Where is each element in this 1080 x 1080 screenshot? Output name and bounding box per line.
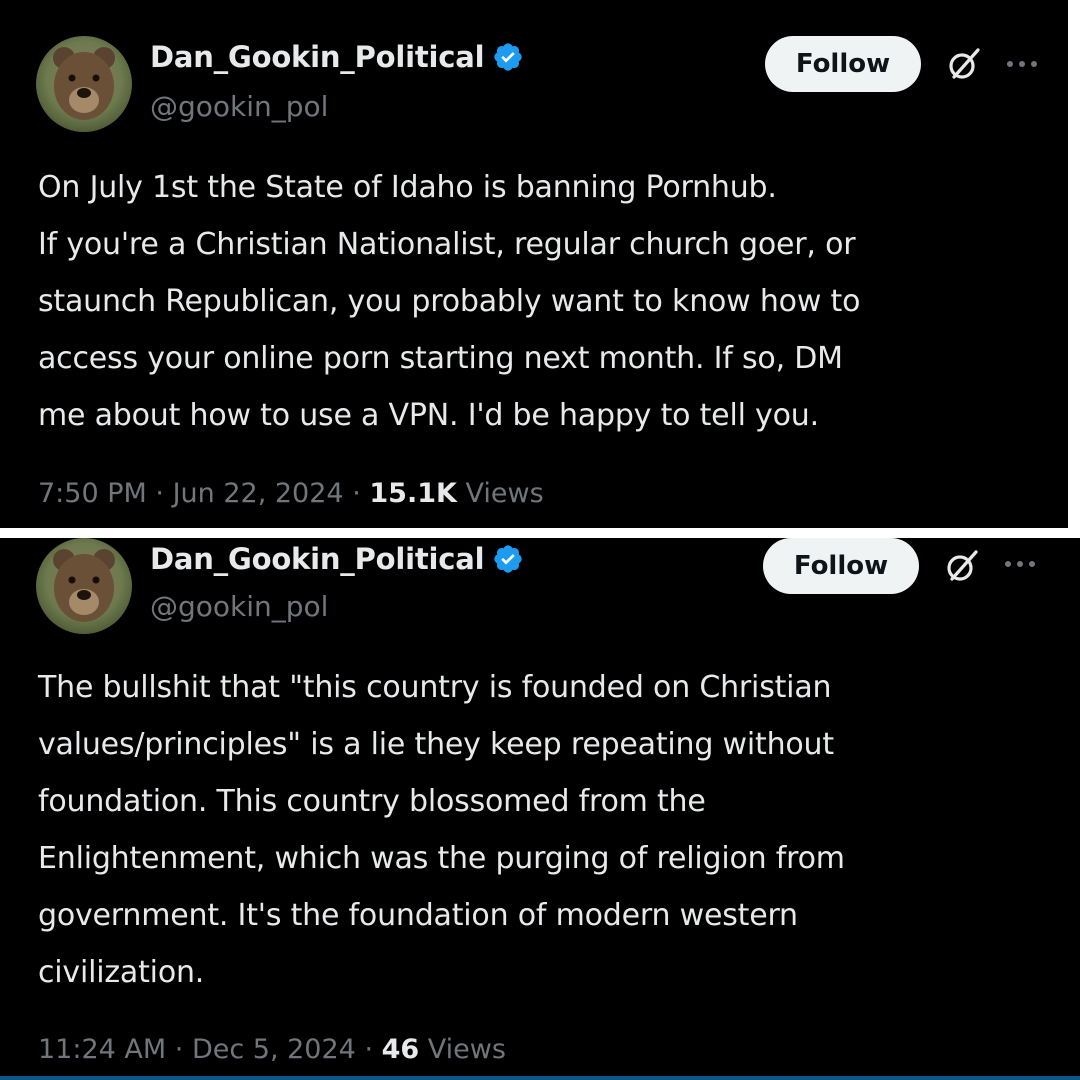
more-options-icon[interactable] <box>1002 58 1042 70</box>
grok-icon[interactable] <box>944 548 980 584</box>
views-count[interactable]: 46 <box>382 1034 420 1065</box>
handle[interactable]: @gookin_pol <box>150 590 328 623</box>
bear-avatar-icon <box>36 538 132 634</box>
tweet-metadata: 7:50 PM · Jun 22, 2024 · 15.1K Views <box>38 478 544 509</box>
separator: · <box>155 478 164 509</box>
tweet-card: Dan_Gookin_Political @gookin_pol Follow … <box>0 538 1080 1080</box>
tweet-time[interactable]: 11:24 AM <box>38 1034 166 1065</box>
tweet-metadata: 11:24 AM · Dec 5, 2024 · 46 Views <box>38 1034 506 1065</box>
tweet-text: On July 1st the State of Idaho is bannin… <box>38 170 861 433</box>
views-count[interactable]: 15.1K <box>369 478 457 509</box>
verified-badge-icon <box>494 545 523 573</box>
views-label[interactable]: Views <box>428 1034 506 1065</box>
avatar[interactable] <box>36 538 132 634</box>
tweet-card: Dan_Gookin_Political @gookin_pol Follow … <box>0 0 1068 528</box>
separator: · <box>352 478 361 509</box>
display-name[interactable]: Dan_Gookin_Political <box>150 40 485 74</box>
verified-badge-icon <box>494 43 523 71</box>
separator: · <box>364 1034 374 1065</box>
author-name-row[interactable]: Dan_Gookin_Political <box>150 40 524 74</box>
avatar[interactable] <box>36 36 132 132</box>
divider <box>0 1076 1080 1080</box>
follow-button[interactable]: Follow <box>765 36 921 92</box>
grok-icon[interactable] <box>946 46 982 82</box>
display-name[interactable]: Dan_Gookin_Political <box>150 542 485 576</box>
follow-button[interactable]: Follow <box>763 538 919 594</box>
tweet-date[interactable]: Jun 22, 2024 <box>173 478 344 509</box>
more-options-icon[interactable] <box>1000 558 1040 570</box>
tweet-text: The bullshit that "this country is found… <box>38 670 845 990</box>
separator: · <box>174 1034 184 1065</box>
tweet-time[interactable]: 7:50 PM <box>38 478 147 509</box>
tweet-date[interactable]: Dec 5, 2024 <box>192 1034 356 1065</box>
views-label[interactable]: Views <box>466 478 544 509</box>
author-name-row[interactable]: Dan_Gookin_Political <box>150 542 524 576</box>
handle[interactable]: @gookin_pol <box>150 90 328 123</box>
bear-avatar-icon <box>36 36 132 132</box>
